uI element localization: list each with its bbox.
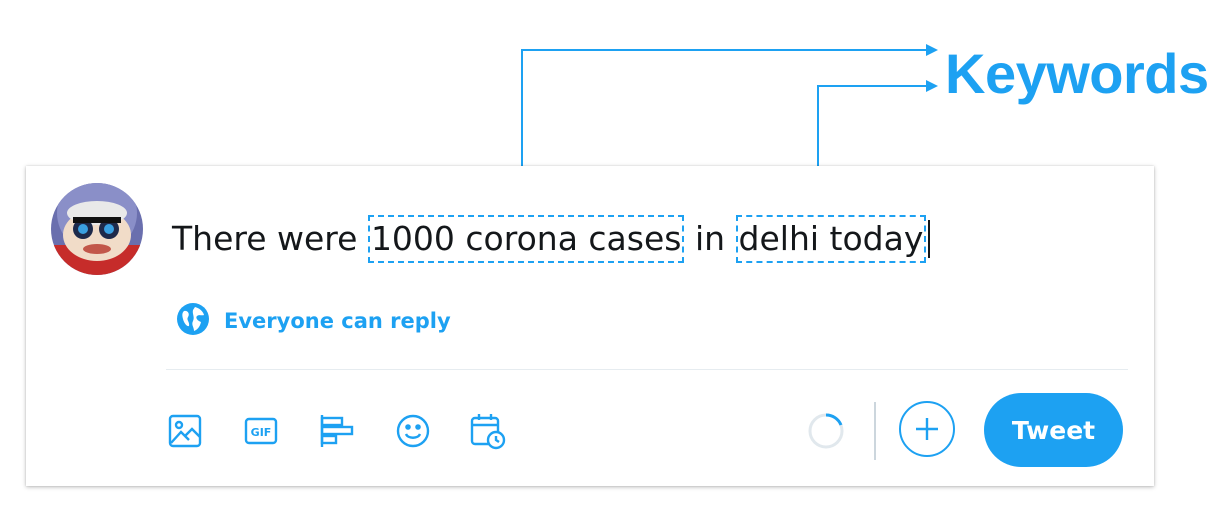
reply-setting-label: Everyone can reply [224, 309, 451, 333]
emoji-icon[interactable] [392, 408, 434, 454]
tweet-text-input[interactable]: There were 1000 corona cases in delhi to… [172, 214, 931, 264]
add-tweet-button[interactable] [899, 401, 955, 457]
tweet-composer: There were 1000 corona cases in delhi to… [26, 166, 1154, 486]
character-count-ring [808, 413, 844, 449]
keyword-highlight: 1000 corona cases [367, 215, 685, 263]
text-segment: There were [172, 219, 368, 258]
avatar-image [51, 183, 143, 275]
arrowhead-1 [926, 44, 938, 56]
plus-icon [916, 418, 938, 440]
poll-icon[interactable] [316, 408, 358, 454]
gif-icon[interactable]: GIF [240, 408, 282, 454]
arrowhead-2 [926, 80, 938, 92]
text-cursor [928, 220, 931, 258]
schedule-icon[interactable] [466, 408, 508, 454]
avatar[interactable] [51, 183, 143, 275]
reply-setting-button[interactable]: Everyone can reply [176, 302, 451, 340]
tweet-button[interactable]: Tweet [984, 393, 1123, 467]
divider [166, 369, 1128, 370]
keyword-highlight: delhi today [735, 215, 927, 263]
gif-label: GIF [251, 426, 272, 439]
image-icon[interactable] [164, 408, 206, 454]
toolbar-separator [874, 402, 876, 460]
text-segment: in [684, 219, 736, 258]
globe-icon [176, 302, 210, 340]
